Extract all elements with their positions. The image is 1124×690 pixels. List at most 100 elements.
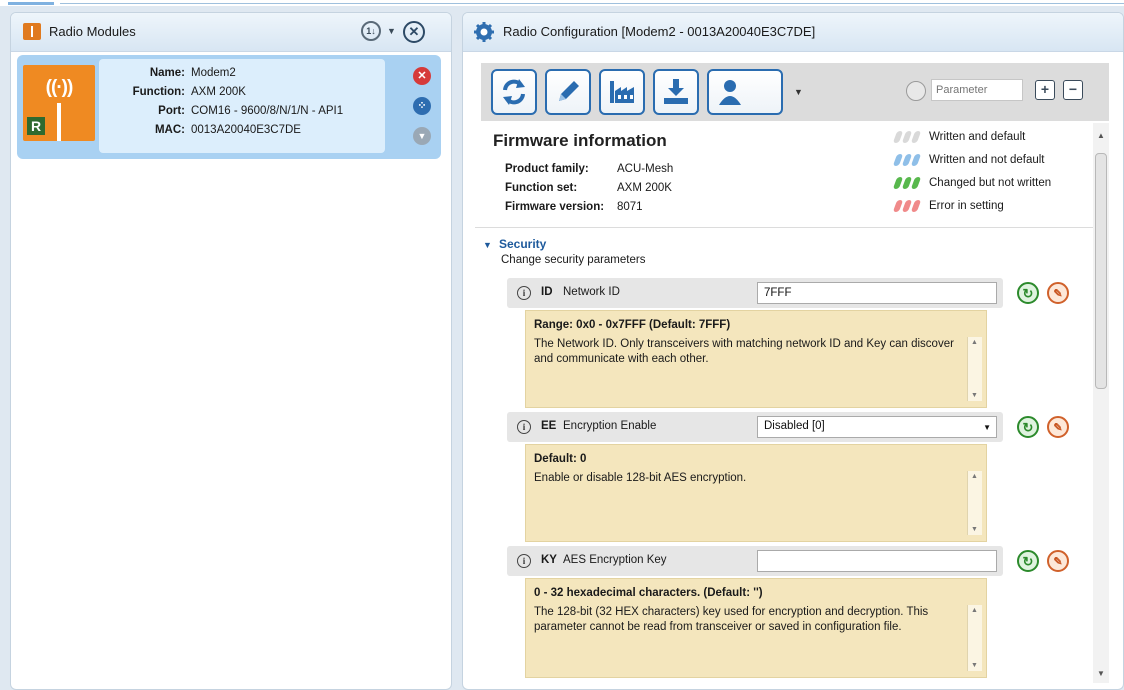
help-scrollbar[interactable]: ▲ ▼	[967, 337, 982, 401]
active-tab-indicator	[8, 2, 54, 5]
parameter-search-input[interactable]	[931, 79, 1023, 101]
scroll-down-icon[interactable]: ▼	[971, 662, 978, 669]
help-text: The 128-bit (32 HEX characters) key used…	[534, 606, 929, 633]
expand-all-button[interactable]: +	[1035, 80, 1055, 100]
info-icon[interactable]: i	[517, 420, 531, 434]
module-function-label: Function:	[132, 86, 185, 98]
radio-modules-panel: Radio Modules 1↓ ▼ ✕ ((·)) R Name: Modem2…	[10, 12, 452, 690]
product-family-value: ACU-Mesh	[617, 163, 674, 175]
network-id-input[interactable]	[757, 282, 997, 304]
scroll-up-icon[interactable]: ▲	[971, 473, 978, 480]
update-firmware-button[interactable]	[653, 69, 699, 115]
module-port-value: COM16 - 9600/8/N/1/N - API1	[191, 105, 344, 117]
download-tray-icon	[664, 79, 688, 104]
product-family-label: Product family:	[505, 163, 589, 175]
legend-written-not-default: Written and not default	[892, 154, 1045, 167]
legend-label: Error in setting	[929, 200, 1004, 213]
encryption-enable-select[interactable]: Disabled [0] ▼	[757, 416, 997, 438]
scroll-down-icon[interactable]: ▼	[971, 526, 978, 533]
scrollbar-thumb[interactable]	[1095, 153, 1107, 389]
param-name: Network ID	[563, 286, 620, 298]
info-icon[interactable]: i	[517, 554, 531, 568]
legend-swatch-icon	[892, 177, 925, 189]
scroll-up-icon[interactable]: ▲	[971, 607, 978, 614]
section-collapse-icon[interactable]: ▼	[483, 240, 492, 250]
firmware-separator	[475, 227, 1093, 228]
module-mac-row: MAC: 0013A20040E3C7DE	[99, 124, 301, 136]
radio-modules-icon	[23, 23, 41, 40]
scroll-down-icon[interactable]: ▼	[971, 392, 978, 399]
module-port-label: Port:	[158, 105, 185, 117]
collapse-module-icon[interactable]: ▼	[413, 127, 431, 145]
module-name-label: Name:	[149, 67, 185, 79]
radio-configuration-panel: Radio Configuration [Modem2 - 0013A20040…	[462, 12, 1124, 690]
function-set-row: Function set: AXM 200K	[505, 182, 672, 194]
help-box-ee: Default: 0 Enable or disable 128-bit AES…	[525, 444, 987, 542]
remove-module-button[interactable]: ✕	[413, 67, 431, 85]
help-header: 0 - 32 hexadecimal characters. (Default:…	[534, 587, 763, 599]
default-settings-button[interactable]	[599, 69, 645, 115]
sort-modules-icon[interactable]: 1↓	[361, 21, 381, 41]
factory-icon	[610, 81, 634, 103]
help-header: Range: 0x0 - 0x7FFF (Default: 7FFF)	[534, 319, 731, 331]
help-scrollbar[interactable]: ▲ ▼	[967, 605, 982, 671]
security-section-title[interactable]: Security	[499, 237, 546, 251]
config-scrollbar[interactable]: ▲ ▼	[1093, 123, 1109, 683]
param-name: Encryption Enable	[563, 420, 657, 432]
radio-waves-icon: ((·))	[45, 77, 74, 98]
search-icon	[906, 81, 926, 101]
write-param-ee-button[interactable]: ✎	[1047, 416, 1069, 438]
radio-module-card[interactable]: ((·)) R Name: Modem2 Function: AXM 200K Po…	[17, 55, 441, 159]
help-text: Enable or disable 128-bit AES encryption…	[534, 472, 747, 484]
collapse-all-button[interactable]: −	[1063, 80, 1083, 100]
legend-changed-not-written: Changed but not written	[892, 177, 1051, 189]
scroll-up-icon[interactable]: ▲	[971, 339, 978, 346]
firmware-version-value: 8071	[617, 201, 643, 213]
info-icon[interactable]: i	[517, 286, 531, 300]
help-header: Default: 0	[534, 453, 587, 465]
param-name: AES Encryption Key	[563, 554, 667, 566]
radio-module-image: ((·)) R	[23, 65, 95, 141]
help-scrollbar[interactable]: ▲ ▼	[967, 471, 982, 535]
select-value: Disabled [0]	[764, 420, 825, 432]
function-set-value: AXM 200K	[617, 182, 672, 194]
product-family-row: Product family: ACU-Mesh	[505, 163, 673, 175]
module-mac-label: MAC:	[154, 124, 185, 136]
chevron-down-icon[interactable]: ▼	[983, 423, 991, 432]
pencil-icon	[559, 81, 579, 101]
write-param-ky-button[interactable]: ✎	[1047, 550, 1069, 572]
param-code: ID	[541, 286, 553, 298]
write-param-id-button[interactable]: ✎	[1047, 282, 1069, 304]
help-box-id: Range: 0x0 - 0x7FFF (Default: 7FFF) The …	[525, 310, 987, 408]
read-param-ee-button[interactable]: ↻	[1017, 416, 1039, 438]
radio-modules-header: Radio Modules 1↓ ▼ ✕	[11, 13, 451, 52]
write-settings-button[interactable]	[545, 69, 591, 115]
read-settings-button[interactable]	[491, 69, 537, 115]
read-param-ky-button[interactable]: ↻	[1017, 550, 1039, 572]
radio-modules-title: Radio Modules	[49, 24, 136, 39]
router-role-badge: R	[27, 117, 45, 135]
remove-all-modules-button[interactable]: ✕	[403, 21, 425, 43]
scroll-up-icon[interactable]: ▲	[1097, 131, 1105, 140]
firmware-info-title: Firmware information	[493, 131, 667, 150]
function-set-label: Function set:	[505, 182, 578, 194]
sort-dropdown-caret-icon[interactable]: ▼	[387, 26, 396, 36]
radio-configuration-header: Radio Configuration [Modem2 - 0013A20040…	[463, 13, 1123, 52]
module-name-value: Modem2	[191, 67, 236, 79]
aes-key-input[interactable]	[757, 550, 997, 572]
discover-radio-nodes-icon[interactable]: ⁘	[413, 97, 431, 115]
legend-swatch-icon	[892, 131, 925, 143]
module-name-row: Name: Modem2	[99, 67, 236, 79]
firmware-version-label: Firmware version:	[505, 201, 605, 213]
profile-button[interactable]	[707, 69, 783, 115]
radio-configuration-title: Radio Configuration [Modem2 - 0013A20040…	[503, 24, 816, 39]
legend-label: Written and not default	[929, 154, 1045, 167]
param-code: EE	[541, 420, 557, 432]
read-param-id-button[interactable]: ↻	[1017, 282, 1039, 304]
top-divider	[60, 3, 1124, 4]
legend-swatch-icon	[892, 154, 925, 166]
module-mac-value: 0013A20040E3C7DE	[191, 124, 301, 136]
profile-dropdown-caret-icon[interactable]: ▼	[794, 87, 803, 97]
scroll-down-icon[interactable]: ▼	[1097, 669, 1105, 678]
help-box-ky: 0 - 32 hexadecimal characters. (Default:…	[525, 578, 987, 678]
